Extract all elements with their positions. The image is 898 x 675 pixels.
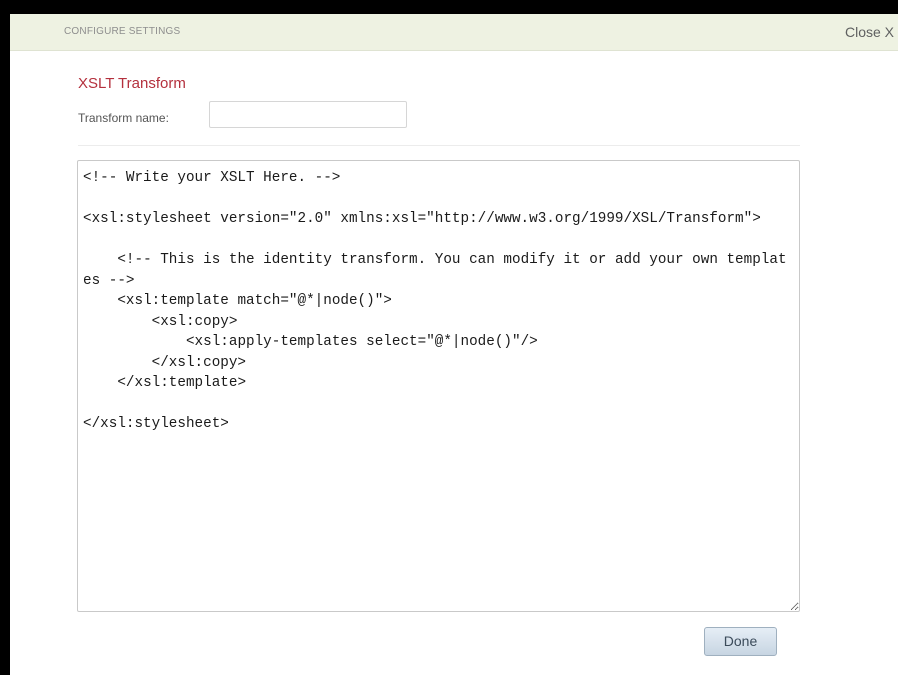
close-button[interactable]: Close X	[845, 24, 894, 40]
transform-name-input[interactable]	[209, 101, 407, 128]
window-top-edge	[0, 0, 898, 14]
section-title: XSLT Transform	[78, 75, 186, 92]
divider	[78, 145, 800, 146]
done-button[interactable]: Done	[704, 627, 777, 656]
xslt-code-editor[interactable]	[77, 160, 800, 612]
configure-settings-dialog: CONFIGURE SETTINGS Close X XSLT Transfor…	[10, 14, 898, 675]
transform-name-label: Transform name:	[78, 111, 169, 125]
dialog-title: CONFIGURE SETTINGS	[64, 26, 181, 37]
window-left-edge	[0, 0, 10, 675]
dialog-header: CONFIGURE SETTINGS Close X	[10, 14, 898, 51]
